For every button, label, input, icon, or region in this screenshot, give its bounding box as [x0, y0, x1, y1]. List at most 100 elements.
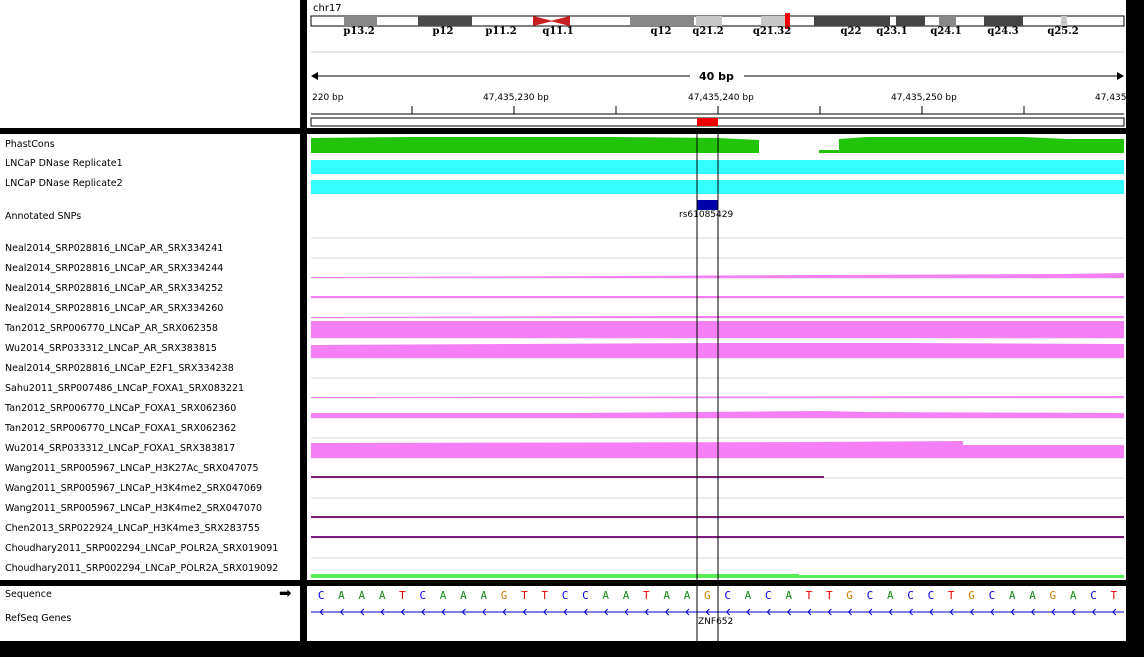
track-data-svg[interactable] — [307, 134, 1126, 580]
sequence-base: A — [480, 589, 487, 602]
feature-data-panel[interactable]: CAAATCAAAGTTCCAATAAGCACATTGCACCTGCAAGACT… — [307, 586, 1126, 641]
track-label-14[interactable]: Wu2014_SRP033312_LNCaP_FOXA1_SRX383817 — [5, 443, 235, 454]
track-label-17[interactable]: Wang2011_SRP005967_LNCaP_H3K4me2_SRX0470… — [5, 503, 262, 514]
track-label-12[interactable]: Tan2012_SRP006770_LNCaP_FOXA1_SRX062360 — [5, 403, 236, 414]
sequence-base: T — [1111, 589, 1118, 602]
header-name-panel — [0, 0, 300, 128]
band-label-11: q25.2 — [1047, 26, 1079, 37]
band-label-8: q23.1 — [876, 26, 908, 37]
ruler-tick-1: 47,435,230 bp — [483, 93, 549, 103]
phastcons-signal-right — [839, 137, 1124, 153]
sequence-base: A — [359, 589, 366, 602]
track-label-6[interactable]: Neal2014_SRP028816_LNCaP_AR_SRX334252 — [5, 283, 223, 294]
band-label-1: p12 — [432, 26, 454, 37]
band-q25.2 — [1061, 16, 1067, 26]
roi-marker — [697, 118, 718, 126]
sequence-base: G — [846, 589, 853, 602]
sequence-base: A — [1070, 589, 1077, 602]
sequence-base: A — [745, 589, 752, 602]
track-label-4[interactable]: Neal2014_SRP028816_LNCaP_AR_SRX334241 — [5, 243, 223, 254]
track-label-9[interactable]: Wu2014_SRP033312_LNCaP_AR_SRX383815 — [5, 343, 217, 354]
sequence-base: G — [501, 589, 508, 602]
sequence-base: C — [867, 589, 874, 602]
track-label-5[interactable]: Neal2014_SRP028816_LNCaP_AR_SRX334244 — [5, 263, 223, 274]
sequence-base: A — [663, 589, 670, 602]
band-q12 — [630, 16, 694, 26]
sequence-base: A — [623, 589, 630, 602]
track-label-20[interactable]: Choudhary2011_SRP002294_LNCaP_POLR2A_SRX… — [5, 563, 278, 574]
band-label-3: q11.1 — [542, 26, 574, 37]
snp-feature — [697, 200, 718, 210]
track-label-13[interactable]: Tan2012_SRP006770_LNCaP_FOXA1_SRX062362 — [5, 423, 236, 434]
sequence-base: A — [785, 589, 792, 602]
sequence-base: C — [318, 589, 325, 602]
track-label-11[interactable]: Sahu2011_SRP007486_LNCaP_FOXA1_SRX083221 — [5, 383, 244, 394]
sequence-base: T — [806, 589, 813, 602]
track-label-8[interactable]: Tan2012_SRP006770_LNCaP_AR_SRX062358 — [5, 323, 218, 334]
sequence-base: T — [643, 589, 650, 602]
band-label-2: p11.2 — [485, 26, 517, 37]
band-label-5: q21.2 — [692, 26, 724, 37]
track-label-dnase-rep1[interactable]: LNCaP DNase Replicate1 — [5, 158, 123, 169]
span-label: 40 bp — [699, 70, 734, 83]
sequence-base: C — [419, 589, 426, 602]
sequence-base: A — [440, 589, 447, 602]
band-q22 — [814, 16, 890, 26]
sequence-label[interactable]: Sequence — [5, 589, 52, 600]
sequence-base: C — [907, 589, 914, 602]
feature-name-panel: Sequence ➡ RefSeq Genes — [0, 586, 300, 641]
track-label-15[interactable]: Wang2011_SRP005967_LNCaP_H3K27Ac_SRX0470… — [5, 463, 259, 474]
band-label-0: p13.2 — [343, 26, 375, 37]
strand-arrow-icon[interactable]: ➡ — [279, 586, 292, 601]
gene-label: ZNF652 — [698, 617, 734, 627]
phastcons-signal-left — [311, 137, 759, 153]
band-q24.3 — [984, 16, 1023, 26]
band-q24.1 — [939, 16, 956, 26]
track-label-18[interactable]: Chen2013_SRP022924_LNCaP_H3K4me3_SRX2837… — [5, 523, 260, 534]
band-label-10: q24.3 — [987, 26, 1019, 37]
track-label-7[interactable]: Neal2014_SRP028816_LNCaP_AR_SRX334260 — [5, 303, 223, 314]
band-q21.32 — [761, 16, 785, 26]
track-label-snps[interactable]: Annotated SNPs — [5, 211, 81, 222]
span-arrow-right — [1117, 72, 1124, 80]
sequence-base: T — [826, 589, 833, 602]
refseq-label[interactable]: RefSeq Genes — [5, 613, 71, 624]
sequence-base: A — [1029, 589, 1036, 602]
track-label-10[interactable]: Neal2014_SRP028816_LNCaP_E2F1_SRX334238 — [5, 363, 234, 374]
sequence-base: C — [765, 589, 772, 602]
track-label-phastcons[interactable]: PhastCons — [5, 139, 55, 150]
band-label-7: q22 — [840, 26, 862, 37]
sequence-base: A — [338, 589, 345, 602]
sequence-base: G — [704, 589, 711, 602]
sequence-base: A — [684, 589, 691, 602]
sequence-base: A — [602, 589, 609, 602]
sequence-base: A — [379, 589, 386, 602]
sequence-base: C — [1090, 589, 1097, 602]
band-label-6: q21.32 — [752, 26, 792, 37]
track-label-16[interactable]: Wang2011_SRP005967_LNCaP_H3K4me2_SRX0470… — [5, 483, 262, 494]
band-label-4: q12 — [650, 26, 672, 37]
band-p12 — [418, 16, 472, 26]
phastcons-signal-dip — [819, 150, 839, 153]
band-p13.2 — [344, 16, 377, 26]
sequence-base: A — [460, 589, 467, 602]
track-label-19[interactable]: Choudhary2011_SRP002294_LNCaP_POLR2A_SRX… — [5, 543, 278, 554]
sequence-base: A — [887, 589, 894, 602]
header-data-panel: chr17 40 bp p13.2 p12 p11.2 q11.1 q12 q2… — [307, 0, 1127, 128]
sequence-svg[interactable]: CAAATCAAAGTTCCAATAAGCACATTGCACCTGCAAGACT — [307, 586, 1126, 641]
band-q21.2 — [696, 16, 722, 26]
sequence-base: T — [399, 589, 406, 602]
track-name-panel: PhastCons LNCaP DNase Replicate1 LNCaP D… — [0, 134, 300, 580]
ruler-tick-4: 47,435 — [1095, 93, 1127, 103]
sequence-base: C — [928, 589, 935, 602]
histone-signal-283755a — [796, 516, 1064, 518]
sequence-base: G — [1050, 589, 1057, 602]
sequence-base: C — [724, 589, 731, 602]
band-q23.1 — [896, 16, 925, 26]
ruler-tick-3: 47,435,250 bp — [891, 93, 957, 103]
band-label-9: q24.1 — [930, 26, 962, 37]
sequence-base: T — [521, 589, 528, 602]
ideogram-ruler[interactable] — [307, 0, 1126, 128]
track-label-dnase-rep2[interactable]: LNCaP DNase Replicate2 — [5, 178, 123, 189]
track-data-panel[interactable]: rs61085429 — [307, 134, 1126, 580]
